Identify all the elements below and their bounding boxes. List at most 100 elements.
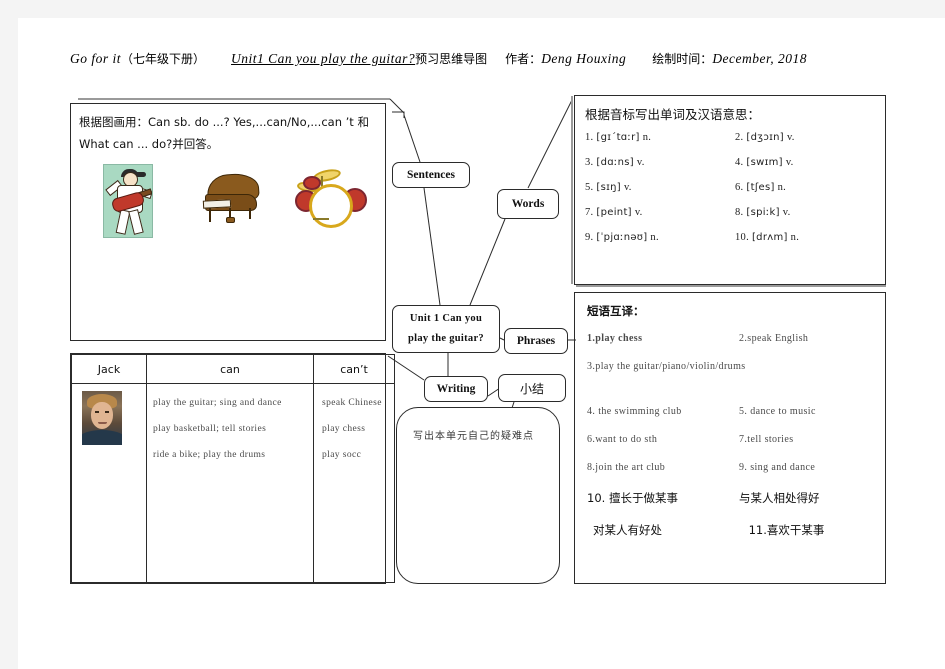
item-ipa: [gɪˊtɑːr] xyxy=(596,132,640,143)
document-page: Go for it（七年级下册） Unit1 Can you play the g… xyxy=(0,0,945,669)
item-pos: v. xyxy=(623,182,632,193)
item-number: 2. xyxy=(735,132,744,143)
table-row: play the guitar; sing and dance play bas… xyxy=(71,383,395,583)
jack-portrait-image xyxy=(82,391,122,445)
page-left-margin-band xyxy=(0,0,18,669)
header-map-label: 预习思维导图 xyxy=(415,52,488,66)
phrase-item: 7.tell stories xyxy=(739,434,794,445)
header-unit-title: Unit1 Can you play the guitar? xyxy=(231,51,416,66)
item-ipa: [spiːk] xyxy=(746,207,780,218)
phonetics-item: 7. [peint] v. xyxy=(585,207,735,218)
phonetics-title: 根据音标写出单词及汉语意思： xyxy=(585,107,761,122)
mindmap-node-summary[interactable]: 小结 xyxy=(498,374,566,402)
page-top-margin-band xyxy=(0,0,945,18)
item-number: 8. xyxy=(735,207,744,218)
item-pos: v. xyxy=(785,157,794,168)
item-ipa: [tʃes] xyxy=(746,182,775,193)
item-ipa: [swɪm] xyxy=(746,157,783,168)
phrases-list: 1.play chess 2.speak English 3.play the … xyxy=(587,333,879,554)
can-item: play basketball; tell stories xyxy=(153,424,267,434)
item-number: 4. xyxy=(735,157,744,168)
phonetics-item: 1. [gɪˊtɑːr] n. xyxy=(585,132,735,143)
phrase-item-cn: 对某人有好处 xyxy=(593,523,662,537)
phrase-item: 9. sing and dance xyxy=(739,462,816,473)
phonetics-item: 8. [spiːk] v. xyxy=(735,207,879,218)
phrase-item: 4. the swimming club xyxy=(587,406,682,417)
guitarist-clipart-icon xyxy=(103,164,153,238)
column-header-cant: can’t xyxy=(313,354,395,384)
item-number: 5. xyxy=(585,182,594,193)
center-topic-line1: Unit 1 Can you xyxy=(409,313,483,324)
phonetics-row: 5. [sɪŋ] v. 6. [tʃes] n. xyxy=(585,182,879,193)
item-ipa: [sɪŋ] xyxy=(596,182,621,193)
item-number: 6. xyxy=(735,182,744,193)
phrase-item: 3.play the guitar/piano/violin/drums xyxy=(587,361,746,372)
phrase-row: 4. the swimming club 5. dance to music xyxy=(587,406,879,417)
can-item: play the guitar; sing and dance xyxy=(153,398,282,408)
mindmap-node-center-topic[interactable]: Unit 1 Can you play the guitar? xyxy=(392,305,500,353)
item-ipa: [peint] xyxy=(596,207,632,218)
mindmap-node-phrases[interactable]: Phrases xyxy=(504,328,568,354)
column-header-can: can xyxy=(146,354,314,384)
header-book-grade: （七年级下册） xyxy=(121,52,206,66)
phrase-row: 8.join the art club 9. sing and dance xyxy=(587,462,879,473)
phrase-item: 1.play chess xyxy=(587,333,643,344)
item-pos: v. xyxy=(782,207,791,218)
item-number: 3. xyxy=(585,157,594,168)
picture-prompt-text: 根据图画用：Can sb. do ...? Yes,...can/No,...c… xyxy=(79,111,379,155)
item-ipa: [ˈpjɑːnəʊ] xyxy=(596,232,648,243)
jack-can-cell: play the guitar; sing and dance play bas… xyxy=(146,383,314,583)
phrase-row: 6.want to do sth 7.tell stories xyxy=(587,434,879,445)
phonetics-row: 3. [dɑːns] v. 4. [swɪm] v. xyxy=(585,157,879,168)
phrase-row: 3.play the guitar/piano/violin/drums xyxy=(587,361,879,372)
column-header-jack: Jack xyxy=(71,354,147,384)
phrases-title: 短语互译： xyxy=(587,304,645,318)
header-date-value: December, 2018 xyxy=(712,51,808,66)
item-pos: v. xyxy=(636,157,645,168)
phonetics-item: 10. [drʌm] n. xyxy=(735,232,879,243)
item-ipa: [dɑːns] xyxy=(596,157,634,168)
phrase-item-cn: 与某人相处得好 xyxy=(739,491,820,505)
phonetics-item: 2. [dʒɔɪn] v. xyxy=(735,132,879,143)
phonetics-item: 5. [sɪŋ] v. xyxy=(585,182,735,193)
clipart-row xyxy=(81,162,377,242)
item-pos: n. xyxy=(642,132,652,143)
piano-clipart-icon xyxy=(199,172,261,226)
header-book-title: Go for it xyxy=(70,51,122,66)
can-item: ride a bike; play the drums xyxy=(153,450,266,460)
phonetics-item: 9. [ˈpjɑːnəʊ] n. xyxy=(585,232,735,243)
jack-photo-cell xyxy=(71,383,147,583)
item-pos: v. xyxy=(786,132,795,143)
item-number: 7. xyxy=(585,207,594,218)
cant-item: play chess xyxy=(322,424,366,434)
phonetics-grid: 1. [gɪˊtɑːr] n. 2. [dʒɔɪn] v. 3. [dɑːns]… xyxy=(585,132,879,257)
phonetics-item: 6. [tʃes] n. xyxy=(735,182,879,193)
notes-answer-area[interactable]: 写出本单元自己的疑难点 xyxy=(396,407,560,584)
phrase-item: 5. dance to music xyxy=(739,406,816,417)
phrase-item: 6.want to do sth xyxy=(587,434,658,445)
item-pos: v. xyxy=(634,207,643,218)
phrase-row-cn: 对某人有好处 11.喜欢干某事 xyxy=(587,522,879,538)
prompt-en-patterns: Can sb. do ...? Yes,...can/No,...can ’t xyxy=(148,115,354,129)
phonetics-row: 7. [peint] v. 8. [spiːk] v. xyxy=(585,207,879,218)
document-header: Go for it（七年级下册） Unit1 Can you play the g… xyxy=(70,50,900,76)
item-number: 9. xyxy=(585,232,594,243)
phonetics-row: 9. [ˈpjɑːnəʊ] n. 10. [drʌm] n. xyxy=(585,232,879,243)
phrase-row: 1.play chess 2.speak English xyxy=(587,333,879,344)
mindmap-node-words[interactable]: Words xyxy=(497,189,559,219)
phrase-item: 2.speak English xyxy=(739,333,809,344)
phonetics-exercise-box: 根据音标写出单词及汉语意思： 1. [gɪˊtɑːr] n. 2. [dʒɔɪn… xyxy=(574,95,886,285)
phrase-item: 8.join the art club xyxy=(587,462,666,473)
center-topic-line2: play the guitar? xyxy=(408,333,484,344)
drums-clipart-icon xyxy=(291,167,367,228)
item-ipa: [dʒɔɪn] xyxy=(746,132,784,143)
mindmap-node-writing[interactable]: Writing xyxy=(424,376,488,402)
mindmap-node-sentences[interactable]: Sentences xyxy=(392,162,470,188)
phonetics-item: 4. [swɪm] v. xyxy=(735,157,879,168)
prompt-en-question: What can ... do? xyxy=(79,137,173,151)
cant-item: speak Chinese xyxy=(322,398,382,408)
prompt-conjunction: 和 xyxy=(357,115,369,129)
header-author-name: Deng Houxing xyxy=(541,51,627,66)
phrase-translation-box: 短语互译： 1.play chess 2.speak English 3.pla… xyxy=(574,292,886,584)
phrase-item-cn: 10. 擅长于做某事 xyxy=(587,491,678,505)
